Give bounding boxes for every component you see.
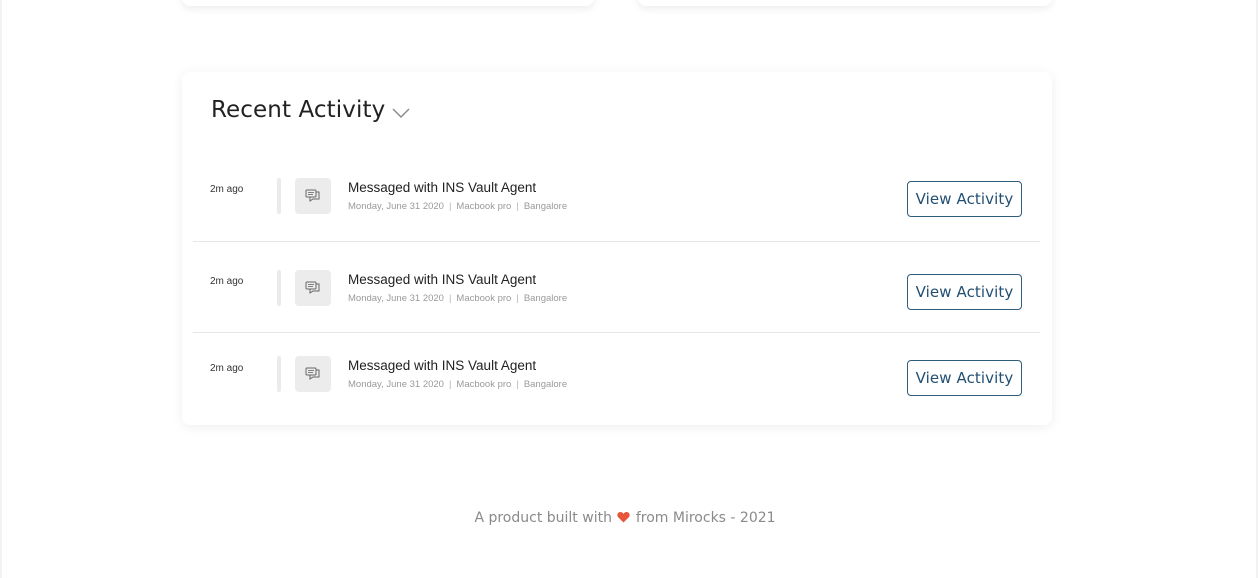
- footer-suffix: from Mirocks - 2021: [635, 510, 776, 526]
- activity-location: Bangalore: [523, 379, 568, 390]
- activity-time: 2m ago: [210, 363, 244, 374]
- timeline-bar: [277, 178, 281, 214]
- activity-time: 2m ago: [210, 276, 244, 287]
- heart-icon: [617, 511, 631, 523]
- activity-location: Bangalore: [523, 201, 568, 212]
- activity-row: 2m ago Messaged with INS Vault Agent Mon…: [193, 152, 1040, 242]
- chat-bubbles-icon: [295, 270, 331, 306]
- page-edge-left: [0, 0, 2, 578]
- top-card-left: [182, 0, 594, 6]
- activity-meta: Monday, June 31 2020 | Macbook pro | Bangalo…: [348, 201, 568, 212]
- activity-device: Macbook pro: [456, 201, 512, 212]
- view-activity-button[interactable]: View Activity: [907, 274, 1022, 310]
- activity-device: Macbook pro: [456, 379, 512, 390]
- activity-time: 2m ago: [210, 184, 244, 195]
- recent-activity-header[interactable]: Recent Activity: [211, 97, 410, 123]
- activity-meta: Monday, June 31 2020 | Macbook pro | Bangalo…: [348, 379, 568, 390]
- timeline-bar: [277, 270, 281, 306]
- view-activity-button[interactable]: View Activity: [907, 181, 1022, 217]
- activity-date: Monday, June 31 2020: [348, 201, 444, 212]
- view-activity-button[interactable]: View Activity: [907, 360, 1022, 396]
- timeline-bar: [277, 356, 281, 392]
- activity-date: Monday, June 31 2020: [348, 293, 444, 304]
- chevron-down-icon[interactable]: [392, 106, 410, 118]
- activity-date: Monday, June 31 2020: [348, 379, 444, 390]
- activity-row: 2m ago Messaged with INS Vault Agent Mon…: [193, 242, 1040, 333]
- activity-title: Messaged with INS Vault Agent: [348, 272, 537, 287]
- activity-title: Messaged with INS Vault Agent: [348, 358, 537, 373]
- top-card-right: [638, 0, 1052, 6]
- footer: A product built with from Mirocks - 2021: [0, 510, 1250, 526]
- recent-activity-card: Recent Activity 2m ago Messaged with INS…: [182, 72, 1052, 425]
- activity-row: 2m ago Messaged with INS Vault Agent Mon…: [193, 333, 1040, 423]
- chat-bubbles-icon: [295, 178, 331, 214]
- activity-meta: Monday, June 31 2020 | Macbook pro | Bangalo…: [348, 293, 568, 304]
- activity-device: Macbook pro: [456, 293, 512, 304]
- chat-bubbles-icon: [295, 356, 331, 392]
- recent-activity-title: Recent Activity: [211, 97, 386, 123]
- activity-title: Messaged with INS Vault Agent: [348, 180, 537, 195]
- activity-location: Bangalore: [523, 293, 568, 304]
- footer-prefix: A product built with: [474, 510, 612, 526]
